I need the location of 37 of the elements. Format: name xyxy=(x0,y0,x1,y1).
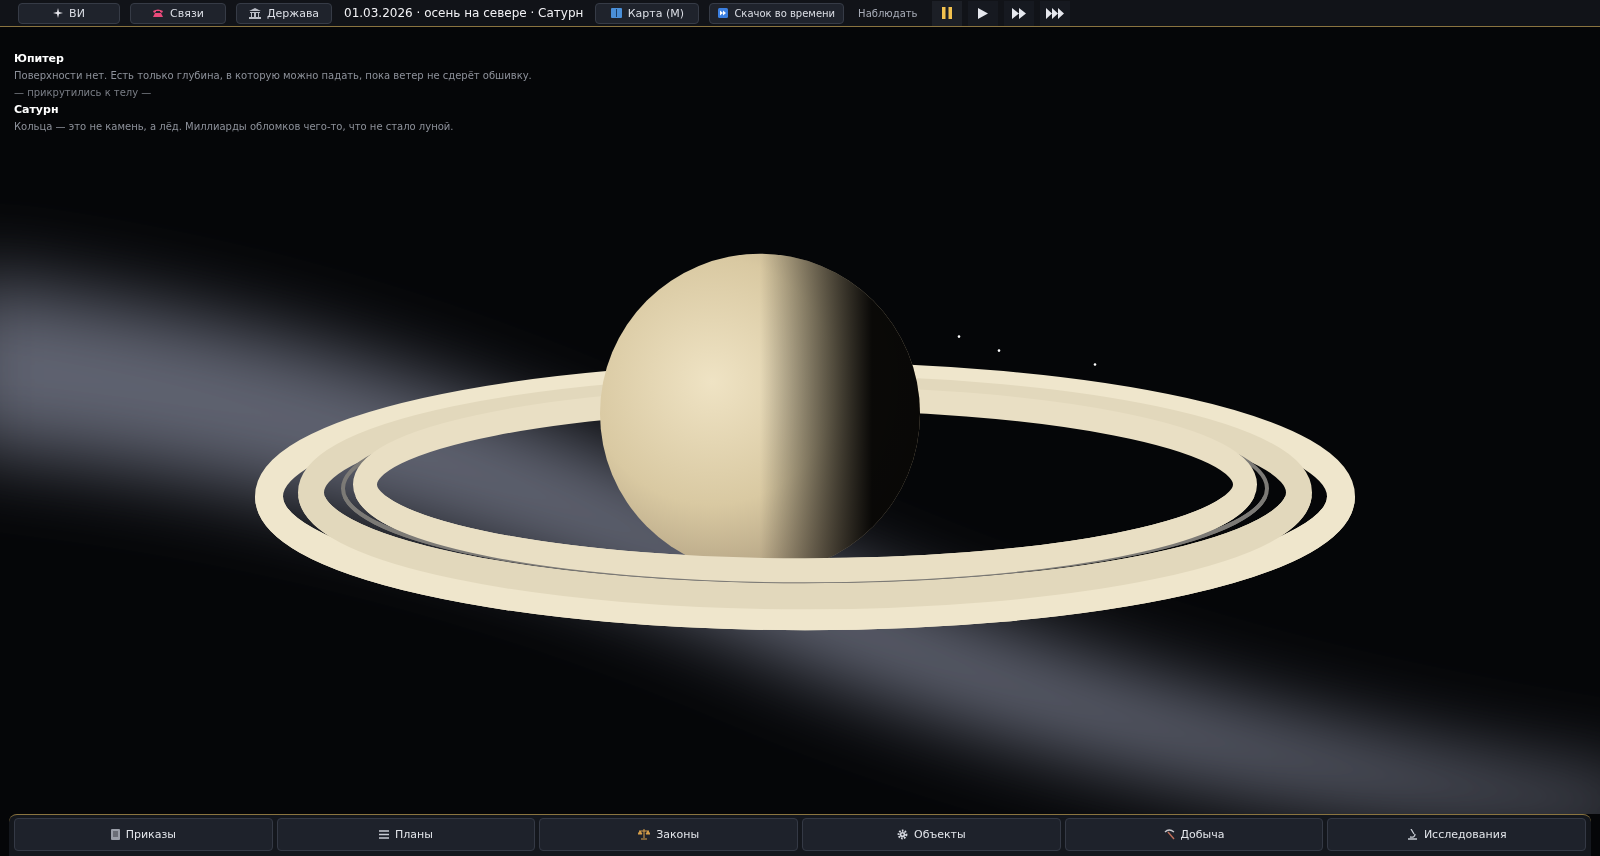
nav-button[interactable]: Исследования xyxy=(1327,818,1587,851)
log-heading: Сатурн xyxy=(14,102,60,117)
nav-button[interactable]: Добыча xyxy=(1064,818,1324,851)
document-icon xyxy=(110,829,120,840)
gear-icon xyxy=(897,829,908,840)
top-bar-button[interactable]: Держава xyxy=(236,2,332,24)
map-button[interactable]: Карта (M) xyxy=(595,2,700,24)
time-jump-button[interactable]: Скачок во времени xyxy=(709,2,845,24)
nav-button[interactable]: Объекты xyxy=(802,818,1061,851)
microscope-icon xyxy=(1406,829,1418,840)
speed-button[interactable] xyxy=(967,0,998,26)
top-bar-button[interactable]: ВИ xyxy=(18,2,120,24)
log-text: Поверхности нет. Есть только глубина, в которую можно падать, пока ветер не сдерёт обшивку. xyxy=(14,69,533,83)
nav-button[interactable]: Приказы xyxy=(14,818,273,851)
top-bar-button[interactable]: Связи xyxy=(130,2,226,24)
sparkle-icon xyxy=(53,8,64,18)
pickaxe-icon xyxy=(1163,829,1175,840)
date-status: 01.03.2026 · осень на севере · Сатурн xyxy=(344,6,584,20)
building-icon xyxy=(248,7,261,19)
phone-icon xyxy=(152,8,165,18)
nav-button[interactable]: Планы xyxy=(276,818,536,851)
speed-button[interactable] xyxy=(1039,0,1070,26)
play-icon xyxy=(977,7,988,19)
speed-button[interactable] xyxy=(931,0,962,26)
menu-icon xyxy=(379,830,390,839)
pause-icon xyxy=(941,7,952,19)
fastest-forward-icon xyxy=(1045,7,1064,19)
book-icon xyxy=(610,8,622,18)
fast-forward-icon xyxy=(1011,7,1026,19)
speed-button[interactable] xyxy=(1003,0,1034,26)
log-text: Кольца — это не камень, а лёд. Миллиарды обломков чего-то, что не стало луной. xyxy=(14,120,455,134)
log-text: — прикрутились к телу — xyxy=(14,86,153,100)
scales-icon xyxy=(638,829,651,840)
log-heading: Юпитер xyxy=(14,51,65,66)
nav-button[interactable]: Законы xyxy=(539,818,798,851)
fast-forward-icon xyxy=(718,8,729,18)
mode-label: Наблюдать xyxy=(858,7,918,19)
